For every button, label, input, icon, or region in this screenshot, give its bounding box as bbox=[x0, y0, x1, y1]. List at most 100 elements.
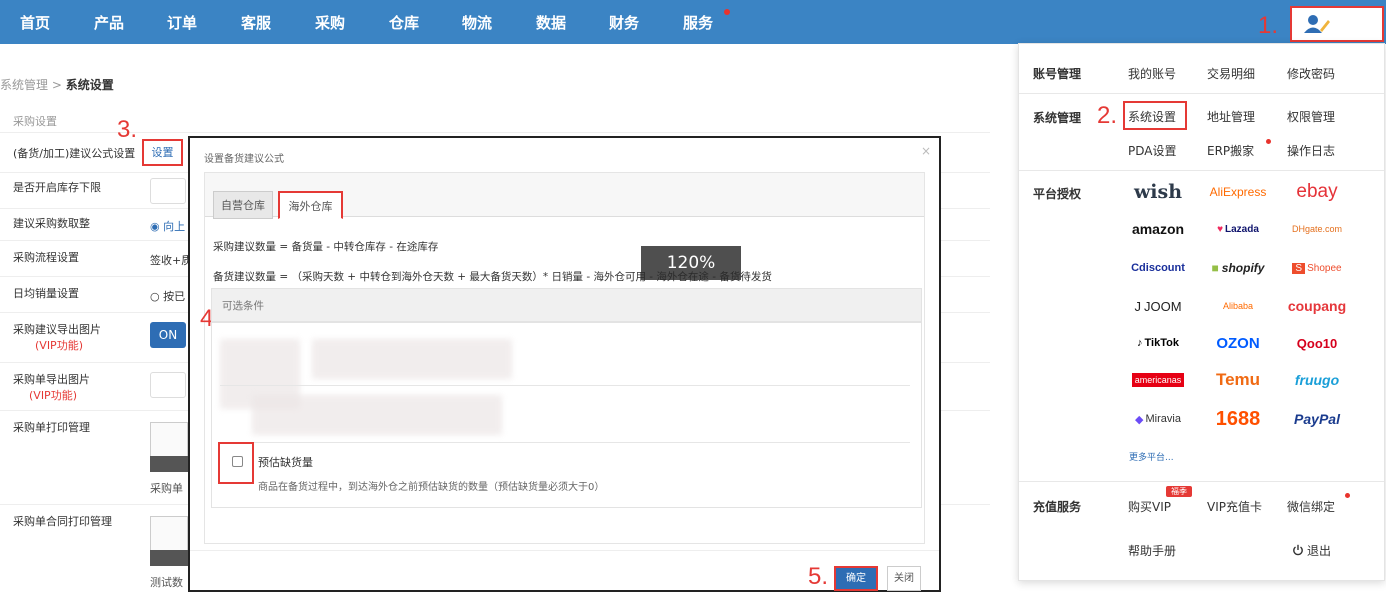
more-platforms-link[interactable]: 更多平台... bbox=[1129, 450, 1174, 463]
breadcrumb-current: 系统设置 bbox=[65, 78, 114, 92]
blurred-region bbox=[312, 339, 512, 379]
transactions-link[interactable]: 交易明细 bbox=[1207, 65, 1255, 82]
shopify-logo[interactable]: ■ shopify bbox=[1207, 255, 1269, 281]
logout-link[interactable]: 退出 bbox=[1292, 542, 1331, 559]
nav-data[interactable]: 数据 bbox=[536, 0, 566, 44]
blurred-region bbox=[252, 395, 502, 435]
americanas-logo-text: americanas bbox=[1131, 373, 1185, 387]
conditions-panel: 可选条件 bbox=[202, 288, 922, 508]
stock-limit-toggle[interactable] bbox=[150, 178, 186, 204]
aliexpress-logo[interactable]: AliExpress bbox=[1207, 179, 1269, 205]
flow-value: 签收+质 bbox=[150, 254, 193, 267]
user-menu-button[interactable] bbox=[1290, 6, 1384, 42]
cdiscount-logo[interactable]: Cdiscount bbox=[1127, 255, 1189, 281]
platform-section-title: 平台授权 bbox=[1033, 187, 1082, 201]
nav-finance[interactable]: 财务 bbox=[609, 0, 639, 44]
daily-sales-option[interactable]: ○ 按已 bbox=[150, 288, 185, 304]
americanas-logo[interactable]: americanas bbox=[1127, 367, 1189, 393]
formula-setting-label: (备货/加工)建议公式设置 bbox=[13, 147, 136, 160]
miravia-logo[interactable]: ◆ Miravia bbox=[1127, 406, 1189, 432]
vip-card-link[interactable]: VIP充值卡 bbox=[1207, 498, 1262, 515]
paypal-logo[interactable]: PayPal bbox=[1286, 406, 1348, 432]
divider bbox=[0, 132, 990, 133]
tiktok-logo-text: TikTok bbox=[1144, 337, 1179, 349]
thumbnail-actions[interactable] bbox=[150, 456, 188, 472]
nav-purchasing[interactable]: 采购 bbox=[315, 0, 345, 44]
temu-logo[interactable]: Temu bbox=[1207, 367, 1269, 393]
close-button[interactable]: 关闭 bbox=[887, 566, 921, 591]
system-settings-link[interactable]: 系统设置 bbox=[1128, 108, 1176, 125]
annotation-5: 5. bbox=[808, 563, 829, 590]
daily-sales-label: 日均销量设置 bbox=[13, 287, 79, 300]
conditions-header-label: 可选条件 bbox=[222, 300, 264, 312]
purchase-formula: 采购建议数量 = 备货量 - 中转仓库存 - 在途库存 bbox=[213, 241, 439, 253]
breadcrumb-parent[interactable]: 系统管理 bbox=[0, 78, 48, 92]
qoo10-logo[interactable]: Qoo10 bbox=[1286, 330, 1348, 356]
nav-warehouse[interactable]: 仓库 bbox=[389, 0, 419, 44]
promo-badge: 福季 bbox=[1166, 486, 1192, 497]
system-section-title: 系统管理 bbox=[1033, 111, 1082, 125]
new-dot bbox=[1266, 139, 1271, 144]
nav-products[interactable]: 产品 bbox=[94, 0, 124, 44]
power-icon bbox=[1293, 544, 1303, 556]
lazada-logo[interactable]: ♥ Lazada bbox=[1207, 216, 1269, 242]
tiktok-logo[interactable]: ♪ TikTok bbox=[1127, 330, 1189, 356]
wechat-bind-link[interactable]: 微信绑定 bbox=[1287, 498, 1335, 515]
ebay-logo[interactable]: ebay bbox=[1286, 179, 1348, 205]
recharge-section-title: 充值服务 bbox=[1033, 500, 1082, 514]
operation-log-link[interactable]: 操作日志 bbox=[1287, 142, 1335, 159]
shopee-logo[interactable]: S Shopee bbox=[1286, 255, 1348, 281]
nav-logistics[interactable]: 物流 bbox=[462, 0, 492, 44]
erp-migration-link[interactable]: ERP搬家 bbox=[1207, 142, 1254, 159]
address-management-link[interactable]: 地址管理 bbox=[1207, 108, 1255, 125]
miravia-logo-text: Miravia bbox=[1145, 413, 1181, 425]
modal-close-icon[interactable]: × bbox=[921, 144, 931, 158]
po-export-label: 采购单导出图片 (VIP功能) bbox=[13, 372, 90, 404]
shopee-logo-text: Shopee bbox=[1307, 262, 1342, 274]
shortage-checkbox-desc: 商品在备货过程中，到达海外仓之前预估缺货的数量（预估缺货量必须大于0） bbox=[258, 482, 605, 493]
footer-divider bbox=[190, 550, 939, 551]
amazon-logo[interactable]: amazon bbox=[1127, 216, 1189, 242]
shortage-checkbox[interactable] bbox=[232, 456, 243, 467]
top-navbar: 首页 产品 订单 客服 采购 仓库 物流 数据 财务 服务 bbox=[0, 0, 1386, 44]
po-export-toggle[interactable] bbox=[150, 372, 186, 398]
contract-print-label: 采购单合同打印管理 bbox=[13, 515, 112, 528]
tab-self-warehouse[interactable]: 自营仓库 bbox=[213, 191, 273, 219]
contract-print-caption: 测试数 bbox=[150, 576, 183, 589]
divider bbox=[1019, 170, 1384, 171]
wish-logo[interactable]: wish bbox=[1127, 179, 1189, 205]
alibaba-logo[interactable]: Alibaba bbox=[1207, 293, 1269, 319]
coupang-logo[interactable]: coupang bbox=[1286, 293, 1348, 319]
buy-vip-link[interactable]: 购买VIP bbox=[1128, 498, 1171, 515]
export-image-toggle[interactable]: ON bbox=[150, 322, 186, 348]
1688-logo[interactable]: 1688 bbox=[1207, 406, 1269, 432]
fruugo-logo[interactable]: fruugo bbox=[1286, 367, 1348, 393]
dhgate-logo[interactable]: DHgate.com bbox=[1286, 216, 1348, 242]
nav-home[interactable]: 首页 bbox=[20, 0, 50, 44]
lazada-logo-text: Lazada bbox=[1225, 223, 1259, 235]
po-print-label: 采购单打印管理 bbox=[13, 421, 90, 434]
export-image-label: 采购建议导出图片 (VIP功能) bbox=[13, 322, 101, 354]
permission-management-link[interactable]: 权限管理 bbox=[1287, 108, 1335, 125]
po-print-caption: 采购单 bbox=[150, 482, 183, 495]
change-password-link[interactable]: 修改密码 bbox=[1287, 65, 1335, 82]
my-account-link[interactable]: 我的账号 bbox=[1128, 65, 1176, 82]
section-title: 采购设置 bbox=[13, 115, 57, 128]
nav-customer-service[interactable]: 客服 bbox=[241, 0, 271, 44]
rounding-option[interactable]: ◉ 向上 bbox=[150, 218, 185, 234]
ozon-logo[interactable]: OZON bbox=[1207, 330, 1269, 356]
thumbnail-actions[interactable] bbox=[150, 550, 188, 566]
breadcrumb-separator: > bbox=[51, 78, 62, 92]
pda-settings-link[interactable]: PDA设置 bbox=[1128, 142, 1176, 159]
formula-setting-link[interactable]: 设置 bbox=[142, 139, 183, 166]
confirm-button[interactable]: 确定 bbox=[834, 566, 878, 591]
nav-services[interactable]: 服务 bbox=[683, 0, 713, 44]
flow-label: 采购流程设置 bbox=[13, 251, 79, 264]
nav-orders[interactable]: 订单 bbox=[167, 0, 197, 44]
divider bbox=[220, 442, 910, 443]
tab-overseas-warehouse[interactable]: 海外仓库 bbox=[278, 191, 343, 219]
annotation-1: 1. bbox=[1258, 12, 1279, 39]
joom-logo[interactable]: J JOOM bbox=[1127, 293, 1189, 319]
help-manual-link[interactable]: 帮助手册 bbox=[1128, 542, 1176, 559]
modal-title: 设置备货建议公式 bbox=[204, 154, 284, 165]
